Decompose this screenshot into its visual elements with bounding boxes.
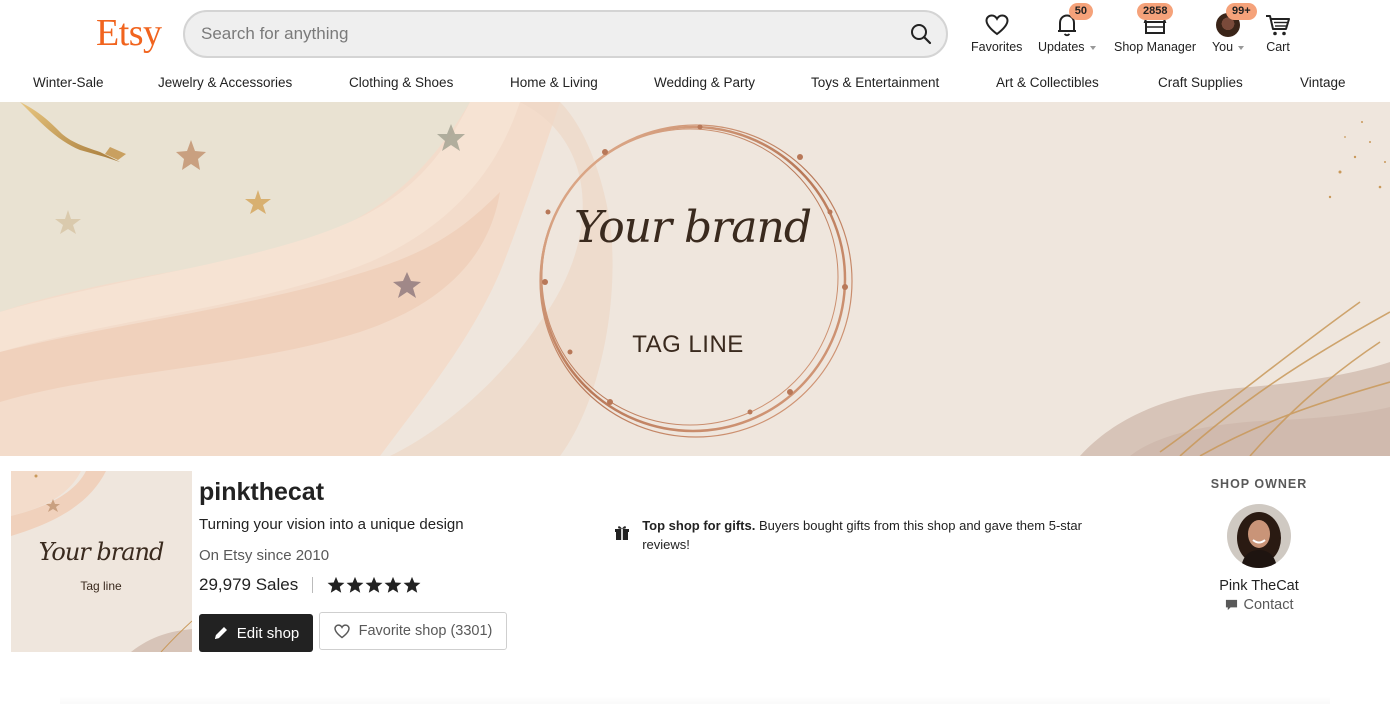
updates-label: Updates — [1038, 40, 1085, 54]
star-icon — [327, 576, 345, 593]
category-home-living[interactable]: Home & Living — [510, 75, 598, 90]
heart-icon — [333, 623, 350, 638]
pencil-icon — [214, 627, 227, 639]
contact-owner-button[interactable]: Contact — [1200, 597, 1318, 613]
shop-banner: Your brand TAG LINE — [0, 102, 1390, 456]
category-nav: Winter-Sale Jewelry & Accessories Clothi… — [0, 68, 1390, 102]
shop-tagline: Turning your vision into a unique design — [199, 516, 464, 533]
section-divider — [60, 696, 1330, 704]
star-rating[interactable] — [327, 576, 421, 594]
shop-manager-badge: 2858 — [1137, 3, 1174, 20]
shop-name: pinkthecat — [199, 478, 325, 506]
favorites-label: Favorites — [971, 40, 1023, 54]
favorite-shop-button[interactable]: Favorite shop (3301) — [319, 612, 507, 650]
updates-badge: 50 — [1068, 3, 1094, 20]
shop-logo-brand: Your brand — [38, 538, 165, 566]
shop-logo[interactable]: Your brand Tag line — [11, 471, 192, 652]
owner-avatar[interactable] — [1227, 504, 1291, 568]
you-badge: 99+ — [1226, 3, 1257, 20]
shop-owner-heading: SHOP OWNER — [1210, 477, 1308, 491]
search-button[interactable] — [906, 19, 936, 49]
heart-icon — [985, 12, 1009, 38]
search-bar — [183, 10, 948, 58]
category-vintage[interactable]: Vintage — [1300, 75, 1346, 90]
edit-shop-button[interactable]: Edit shop — [199, 614, 313, 652]
message-icon — [1225, 599, 1237, 610]
contact-label: Contact — [1243, 597, 1294, 613]
banner-tagline: TAG LINE — [632, 331, 744, 358]
star-icon — [384, 576, 402, 593]
banner-image — [0, 102, 1390, 456]
shop-logo-tagline: Tag line — [80, 579, 122, 593]
shop-manager-button[interactable]: 2858 Shop Manager — [1113, 3, 1197, 54]
shop-since: On Etsy since 2010 — [199, 547, 330, 564]
sales-count[interactable]: 29,979 Sales — [199, 575, 298, 595]
cart-button[interactable]: Cart — [1264, 12, 1292, 54]
star-icon — [403, 576, 421, 593]
etsy-logo[interactable]: Etsy — [96, 11, 162, 55]
you-button[interactable]: 99+ You — [1211, 3, 1257, 54]
search-input[interactable] — [201, 12, 881, 56]
cart-label: Cart — [1266, 40, 1290, 54]
shop-icon: 2858 — [1113, 3, 1197, 38]
favorite-shop-label: Favorite shop (3301) — [358, 623, 493, 639]
shop-manager-label: Shop Manager — [1113, 40, 1196, 54]
cart-icon — [1264, 12, 1292, 38]
favorites-button[interactable]: Favorites — [971, 12, 1022, 54]
owner-name[interactable]: Pink TheCat — [1200, 578, 1318, 594]
banner-brand-text: Your brand — [573, 202, 812, 253]
updates-button[interactable]: 50 Updates — [1038, 3, 1096, 54]
bell-icon: 50 — [1043, 3, 1094, 38]
category-wedding-party[interactable]: Wedding & Party — [654, 75, 755, 90]
category-craft-supplies[interactable]: Craft Supplies — [1158, 75, 1243, 90]
chevron-down-icon — [1089, 45, 1096, 50]
category-art-collectibles[interactable]: Art & Collectibles — [996, 75, 1099, 90]
chevron-down-icon — [1238, 45, 1245, 50]
divider — [312, 577, 314, 593]
gift-notice-title: Top shop for gifts. — [642, 518, 756, 533]
star-icon — [346, 576, 364, 593]
category-clothing-shoes[interactable]: Clothing & Shoes — [349, 75, 453, 90]
star-icon — [365, 576, 383, 593]
search-icon — [911, 24, 932, 45]
edit-shop-label: Edit shop — [236, 624, 300, 642]
category-jewelry-accessories[interactable]: Jewelry & Accessories — [158, 75, 292, 90]
owner-photo — [1227, 504, 1291, 568]
category-toys-entertainment[interactable]: Toys & Entertainment — [811, 75, 939, 90]
gift-notice: Top shop for gifts. Buyers bought gifts … — [614, 516, 1084, 554]
you-label: You — [1211, 40, 1234, 54]
sales-rating-row: 29,979 Sales — [199, 575, 421, 595]
gift-icon — [614, 525, 630, 554]
site-header: Etsy Favorites 50 Update — [0, 0, 1390, 68]
category-winter-sale[interactable]: Winter-Sale — [33, 75, 104, 90]
